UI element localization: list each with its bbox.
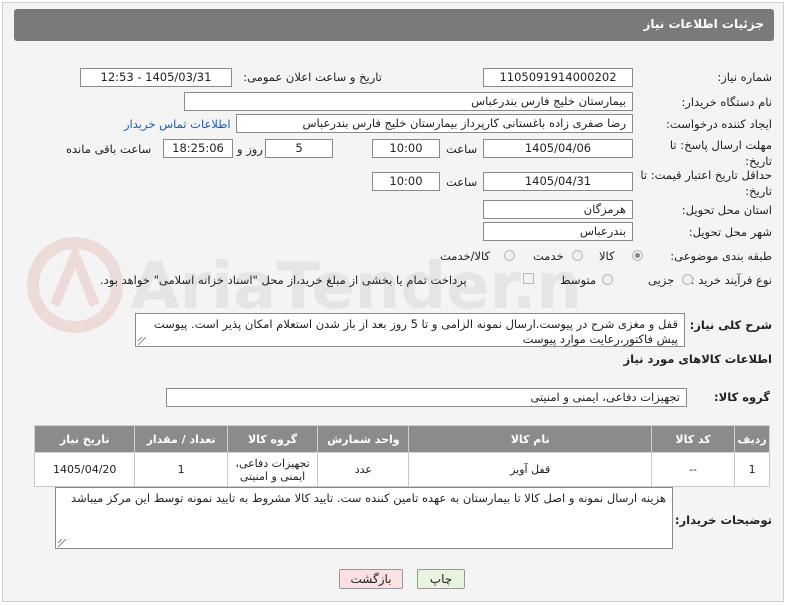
- page-title: جزئیات اطلاعات نیاز: [643, 17, 764, 31]
- summary-text: قفل و مغزی شرح در پیوست.ارسال نمونه الزا…: [153, 317, 678, 346]
- back-button[interactable]: بازگشت: [339, 569, 403, 589]
- buyer-org-label: نام دستگاه خریدار:: [681, 95, 772, 109]
- goods-group-field: تجهیزات دفاعی، ایمنی و امنیتی: [166, 388, 687, 407]
- summary-textarea: قفل و مغزی شرح در پیوست.ارسال نمونه الزا…: [135, 313, 685, 347]
- remaining-time-label: ساعت باقی مانده: [66, 142, 152, 156]
- category-option-goods: کالا: [599, 249, 615, 263]
- table-header-row: ردیف کد کالا نام کالا واحد شمارش گروه کا…: [33, 425, 770, 453]
- buyer-contact-link[interactable]: اطلاعات تماس خریدار: [124, 117, 231, 131]
- buyer-notes-textarea: هزینه ارسال نمونه و اصل کالا تا بیمارستا…: [55, 487, 673, 549]
- cell-need-date: 1405/04/20: [33, 452, 136, 487]
- col-goods-group: گروه کالا: [226, 425, 319, 453]
- col-quantity: تعداد / مقدار: [134, 425, 228, 453]
- announce-datetime-field: 1405/03/31 - 12:53: [80, 68, 232, 87]
- category-option-service: خدمت: [533, 249, 564, 263]
- city-field: بندرعباس: [483, 222, 633, 241]
- need-number-label: شماره نیاز:: [717, 70, 772, 84]
- requester-field: رضا صفری زاده باغستانی کارپرداز بیمارستا…: [236, 114, 633, 133]
- validity-date-field: 1405/04/31: [483, 172, 633, 191]
- category-radio-goods[interactable]: [632, 250, 643, 261]
- process-label: نوع فرآیند خرید :: [690, 273, 772, 287]
- buyer-org-field: بیمارستان خلیج فارس بندرعباس: [184, 92, 633, 111]
- resize-handle-icon[interactable]: [138, 337, 146, 345]
- goods-group-label: گروه کالا:: [714, 390, 770, 404]
- announce-label: تاریخ و ساعت اعلان عمومی:: [243, 70, 382, 84]
- cell-row: 1: [734, 452, 770, 487]
- province-label: استان محل تحویل:: [681, 203, 772, 217]
- page-header: جزئیات اطلاعات نیاز: [14, 9, 774, 41]
- category-radio-service[interactable]: [572, 250, 583, 261]
- remaining-time-field: 18:25:06: [163, 139, 233, 158]
- col-need-date: تاریخ نیاز: [33, 425, 136, 453]
- treasury-payment-note: پرداخت تمام یا بخشی از مبلغ خرید،از محل …: [100, 273, 467, 287]
- process-radio-minor[interactable]: [682, 274, 693, 285]
- col-item-name: نام کالا: [408, 425, 652, 453]
- cell-unit: عدد: [317, 452, 410, 487]
- process-radio-medium[interactable]: [602, 274, 613, 285]
- cell-item-code: --: [650, 452, 736, 487]
- requester-label: ایجاد کننده درخواست:: [666, 117, 772, 131]
- print-button[interactable]: چاپ: [417, 569, 465, 589]
- col-item-code: کد کالا: [650, 425, 736, 453]
- buyer-notes-label: توضیحات خریدار:: [674, 513, 772, 527]
- table-row: 1 -- قفل آویز عدد تجهیزات دفاعی، ایمنی و…: [33, 452, 770, 487]
- cell-quantity: 1: [134, 452, 228, 487]
- category-label: طبقه بندی موضوعی:: [670, 249, 772, 263]
- days-remaining-field: 5: [265, 139, 333, 158]
- items-table: ردیف کد کالا نام کالا واحد شمارش گروه کا…: [33, 425, 770, 487]
- treasury-payment-checkbox[interactable]: [523, 273, 534, 284]
- process-option-medium: متوسط: [560, 273, 597, 287]
- deadline-date-field: 1405/04/06: [483, 139, 633, 158]
- need-number-field: 1105091914000202: [483, 68, 633, 87]
- goods-info-title: اطلاعات کالاهای مورد نیاز: [623, 352, 772, 366]
- deadline-time-label: ساعت: [446, 142, 478, 156]
- province-field: هرمزگان: [483, 200, 633, 219]
- summary-label: شرح کلی نیاز:: [689, 318, 772, 332]
- deadline-time-field: 10:00: [372, 139, 440, 158]
- validity-time-label: ساعت: [446, 175, 478, 189]
- validity-time-field: 10:00: [372, 172, 440, 191]
- category-radio-goods-service[interactable]: [504, 250, 515, 261]
- cell-item-name: قفل آویز: [408, 452, 652, 487]
- resize-handle-icon[interactable]: [58, 539, 66, 547]
- validity-label: حداقل تاریخ اعتبار قیمت: تا تاریخ:: [640, 168, 772, 198]
- col-row: ردیف: [734, 425, 770, 453]
- cell-goods-group: تجهیزات دفاعی، ایمنی و امنیتی: [226, 452, 319, 487]
- category-option-goods-service: کالا/خدمت: [440, 249, 491, 263]
- buyer-notes-text: هزینه ارسال نمونه و اصل کالا تا بیمارستا…: [71, 491, 666, 505]
- days-label: روز و: [237, 142, 263, 156]
- col-unit: واحد شمارش: [317, 425, 410, 453]
- process-option-minor: جزیی: [648, 273, 675, 287]
- city-label: شهر محل تحویل:: [688, 225, 772, 239]
- deadline-label: مهلت ارسال پاسخ: تا تاریخ:: [669, 138, 772, 168]
